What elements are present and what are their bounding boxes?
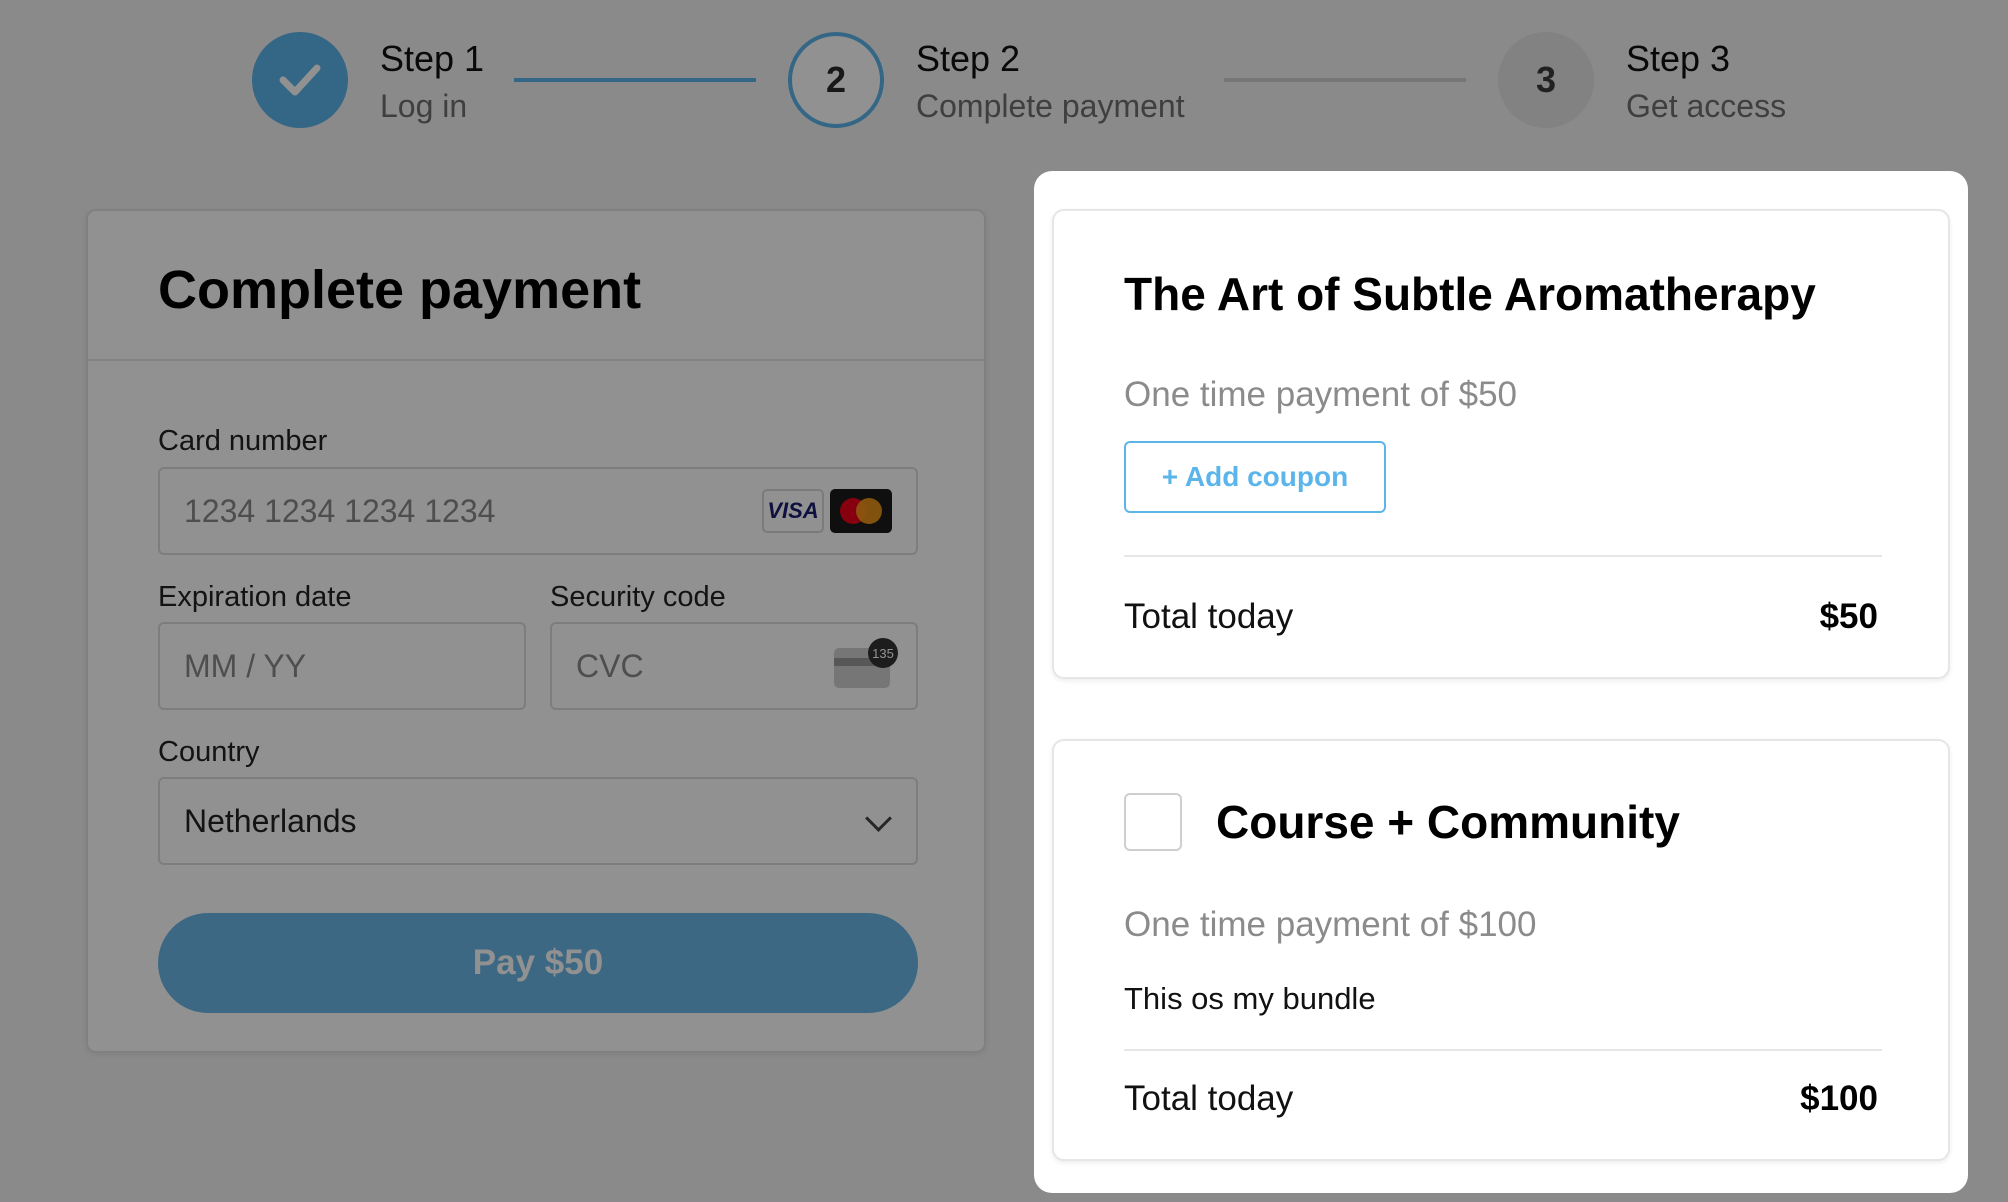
bundle-checkbox[interactable] bbox=[1124, 793, 1182, 851]
bundle-description: This os my bundle bbox=[1124, 981, 1376, 1016]
bundle-price-subtitle: One time payment of $100 bbox=[1124, 905, 1537, 944]
bundle-total-label: Total today bbox=[1124, 1079, 1294, 1118]
order-summary-panel: The Art of Subtle Aromatherapy One time … bbox=[1034, 171, 1968, 1193]
product-price-subtitle: One time payment of $50 bbox=[1124, 375, 1517, 414]
add-coupon-button[interactable]: + Add coupon bbox=[1124, 441, 1386, 513]
product-title: The Art of Subtle Aromatherapy bbox=[1124, 268, 1816, 320]
total-today-label: Total today bbox=[1124, 597, 1294, 636]
bundle-title: Course + Community bbox=[1216, 796, 1680, 848]
product-card-bundle: Course + Community One time payment of $… bbox=[1052, 739, 1950, 1161]
bundle-total-value: $100 bbox=[1800, 1079, 1878, 1118]
product-divider bbox=[1124, 555, 1882, 557]
product-card-aromatherapy: The Art of Subtle Aromatherapy One time … bbox=[1052, 209, 1950, 679]
total-today-value: $50 bbox=[1819, 597, 1878, 636]
bundle-divider bbox=[1124, 1049, 1882, 1051]
